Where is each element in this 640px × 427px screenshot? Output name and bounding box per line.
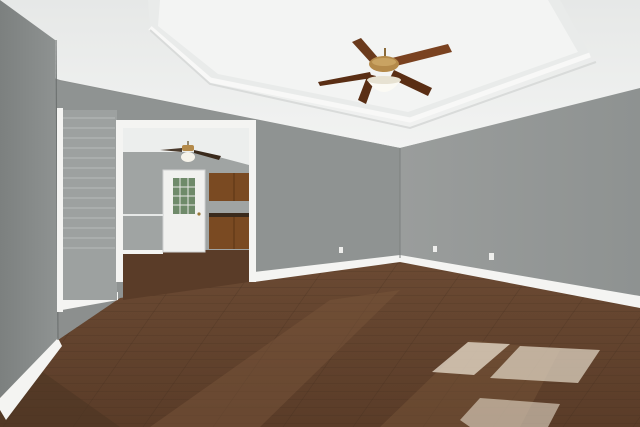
- countertop: [209, 213, 249, 217]
- wall-outlet: [489, 253, 494, 260]
- wall-outlet: [339, 247, 343, 253]
- left-wall: [0, 0, 58, 398]
- kitchen-upper-cabinets: [209, 173, 249, 201]
- room-illustration: [0, 0, 640, 427]
- wall-outlet: [433, 246, 437, 252]
- door-knob: [197, 212, 201, 216]
- kitchen-lower-cabinets: [209, 217, 249, 249]
- room-photo: [0, 0, 640, 427]
